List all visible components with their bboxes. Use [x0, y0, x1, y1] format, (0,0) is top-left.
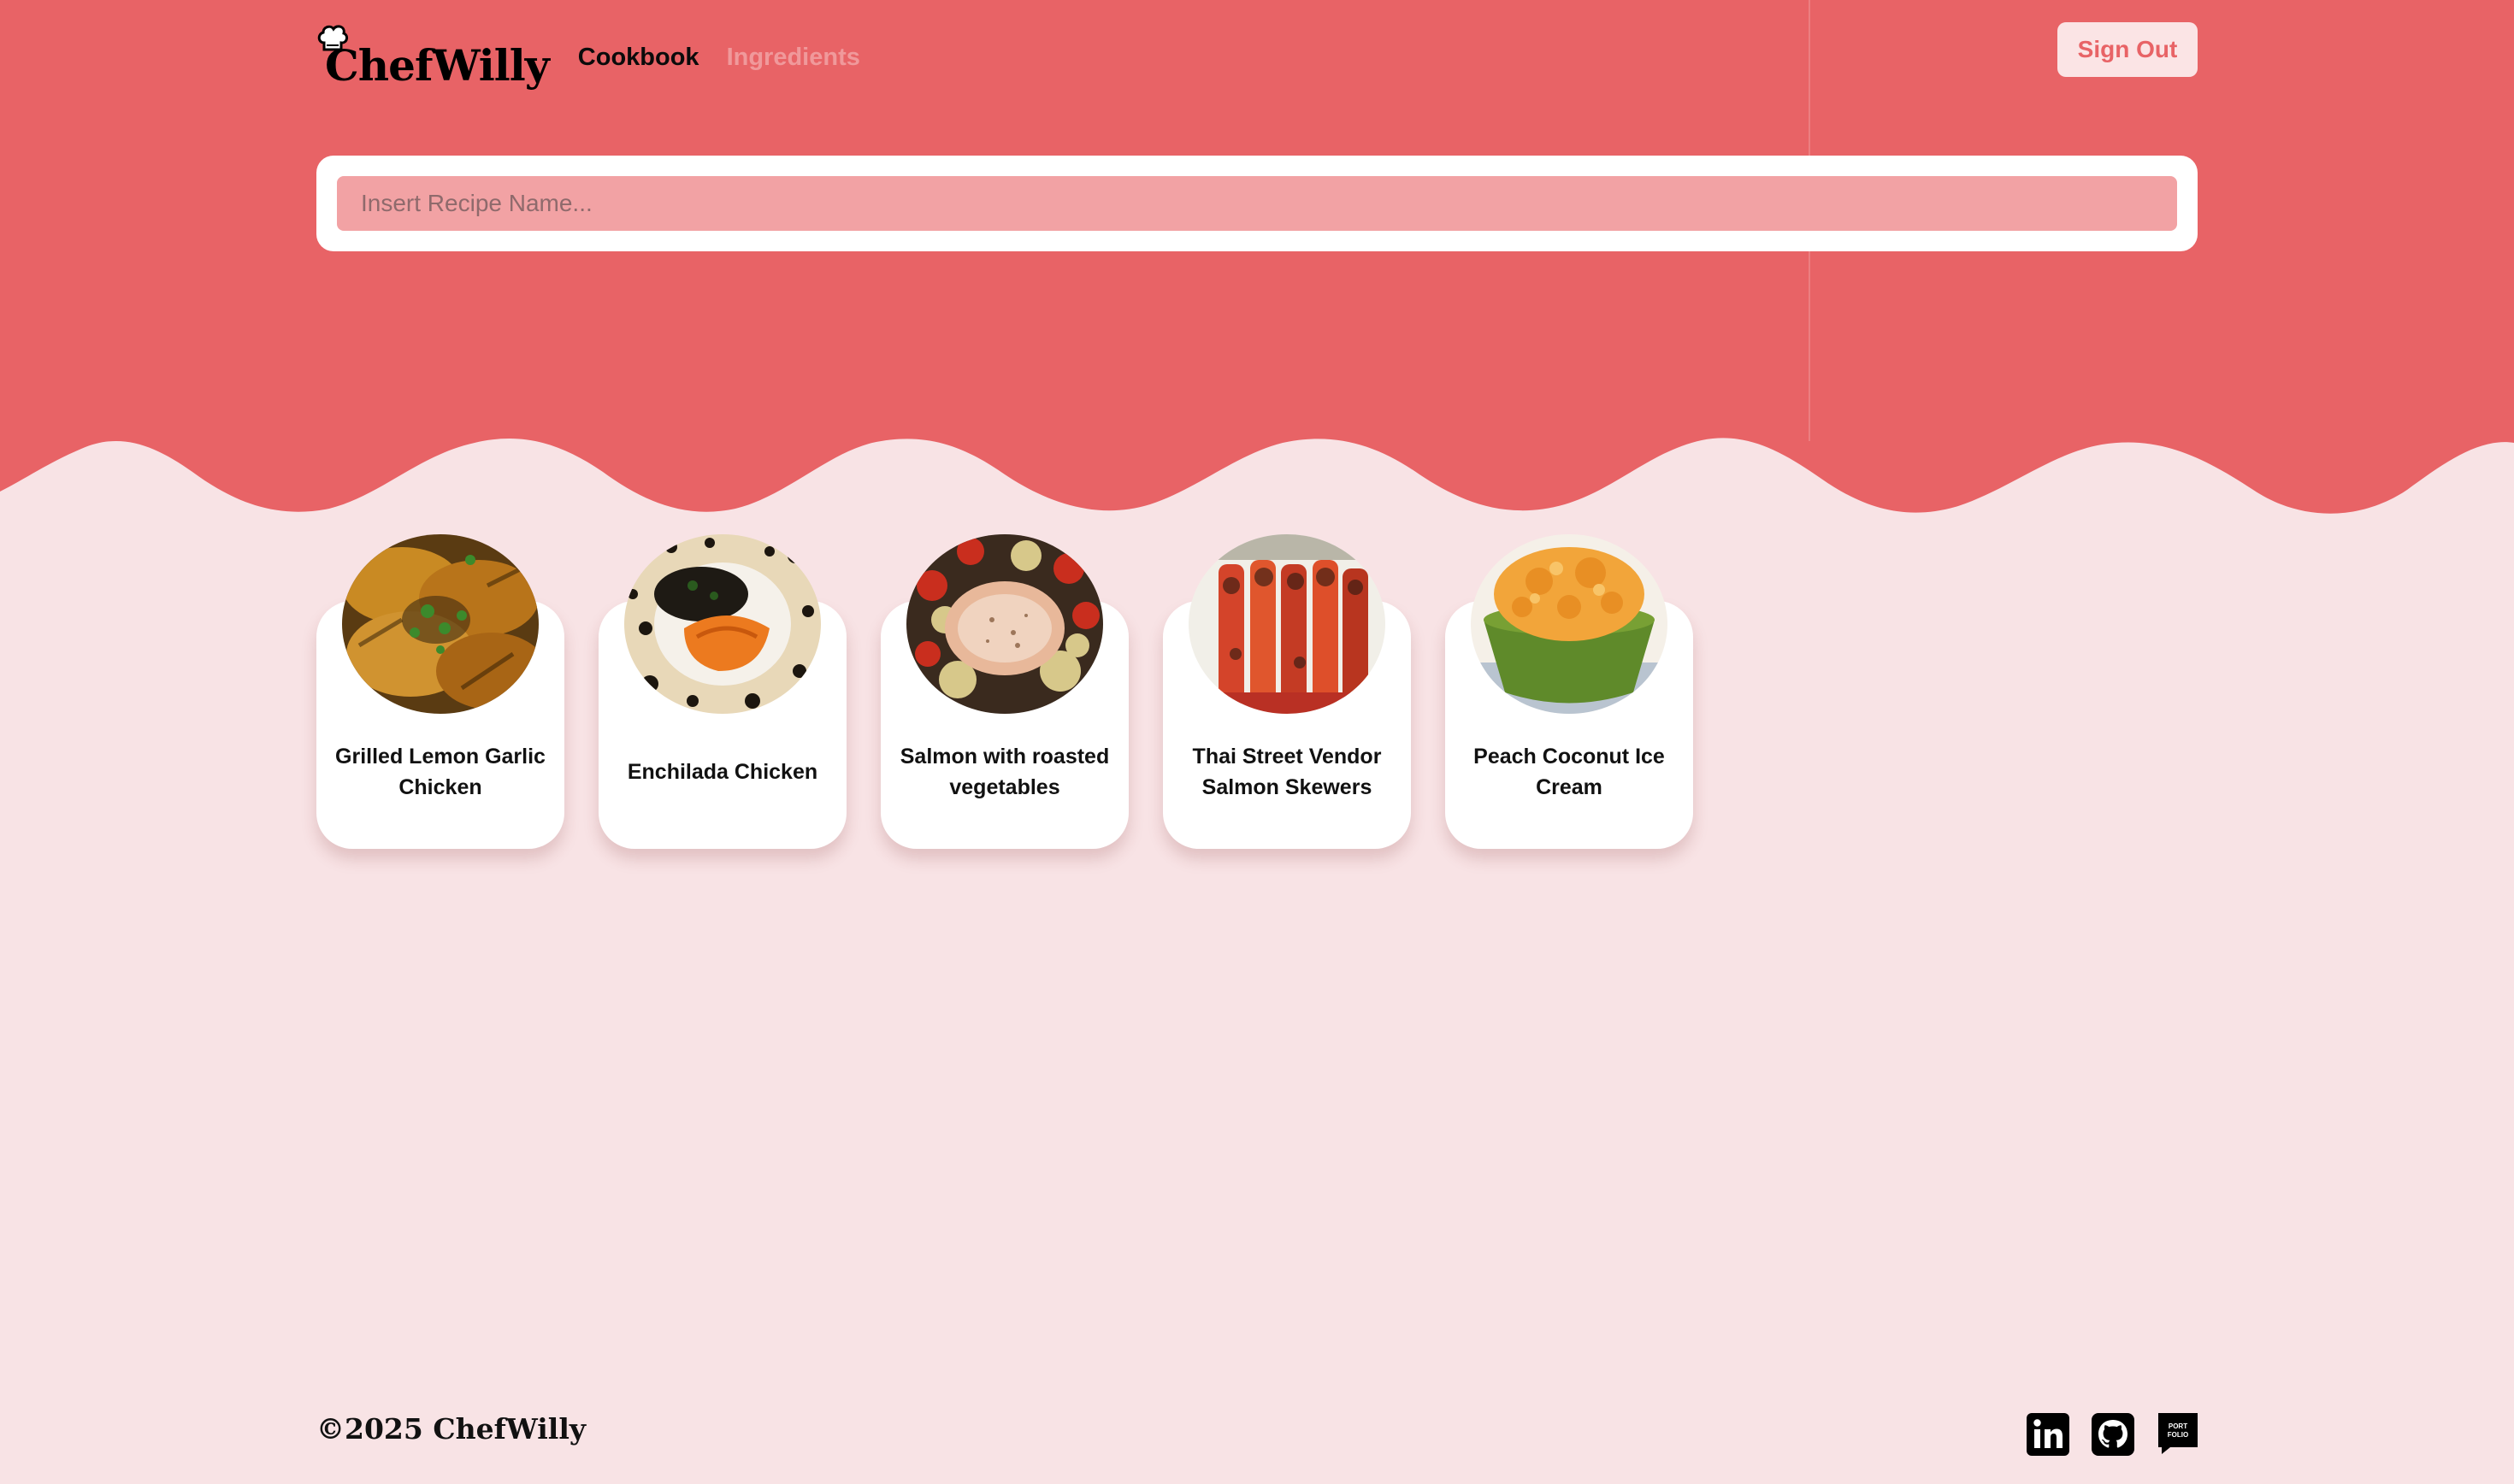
- svg-text:FOLIO: FOLIO: [2168, 1431, 2188, 1439]
- sign-out-button[interactable]: Sign Out: [2057, 22, 2198, 77]
- recipe-card-list: Grilled Lemon Garlic Chicken Enchilada C…: [316, 534, 1693, 849]
- recipe-title: Peach Coconut Ice Cream: [1473, 745, 1665, 799]
- recipe-card[interactable]: Enchilada Chicken: [599, 534, 847, 849]
- grilled-chicken-photo: [342, 534, 539, 714]
- salmon-skewers-photo: [1189, 534, 1385, 714]
- footer-social-links: PORT FOLIO: [2027, 1413, 2199, 1456]
- brand-logo[interactable]: ChefWilly: [316, 19, 550, 96]
- recipe-card[interactable]: Grilled Lemon Garlic Chicken: [316, 534, 564, 849]
- salmon-vegetables-photo: [906, 534, 1103, 714]
- linkedin-icon[interactable]: [2027, 1413, 2069, 1456]
- brand-name: ChefWilly: [325, 40, 550, 91]
- recipe-search-input[interactable]: [337, 176, 2177, 231]
- github-icon[interactable]: [2092, 1413, 2134, 1456]
- recipe-title: Grilled Lemon Garlic Chicken: [335, 745, 546, 799]
- recipe-card[interactable]: Thai Street Vendor Salmon Skewers: [1163, 534, 1411, 849]
- recipe-title: Enchilada Chicken: [627, 760, 818, 784]
- portfolio-icon[interactable]: PORT FOLIO: [2157, 1413, 2199, 1456]
- nav-link-cookbook[interactable]: Cookbook: [578, 44, 699, 72]
- nav-link-ingredients[interactable]: Ingredients: [727, 44, 860, 72]
- search-container: [316, 156, 2198, 251]
- ice-cream-photo: [1471, 534, 1667, 714]
- recipe-card[interactable]: Peach Coconut Ice Cream: [1445, 534, 1693, 849]
- footer-copyright: ©2025 ChefWilly: [316, 1412, 587, 1446]
- chef-hat-icon: [317, 25, 349, 51]
- enchilada-chicken-photo: [624, 534, 821, 714]
- recipe-title: Thai Street Vendor Salmon Skewers: [1192, 745, 1382, 799]
- top-nav: ChefWilly Cookbook Ingredients: [316, 19, 888, 96]
- svg-text:PORT: PORT: [2169, 1422, 2187, 1430]
- recipe-card[interactable]: Salmon with roasted vegetables: [881, 534, 1129, 849]
- recipe-title: Salmon with roasted vegetables: [900, 745, 1110, 799]
